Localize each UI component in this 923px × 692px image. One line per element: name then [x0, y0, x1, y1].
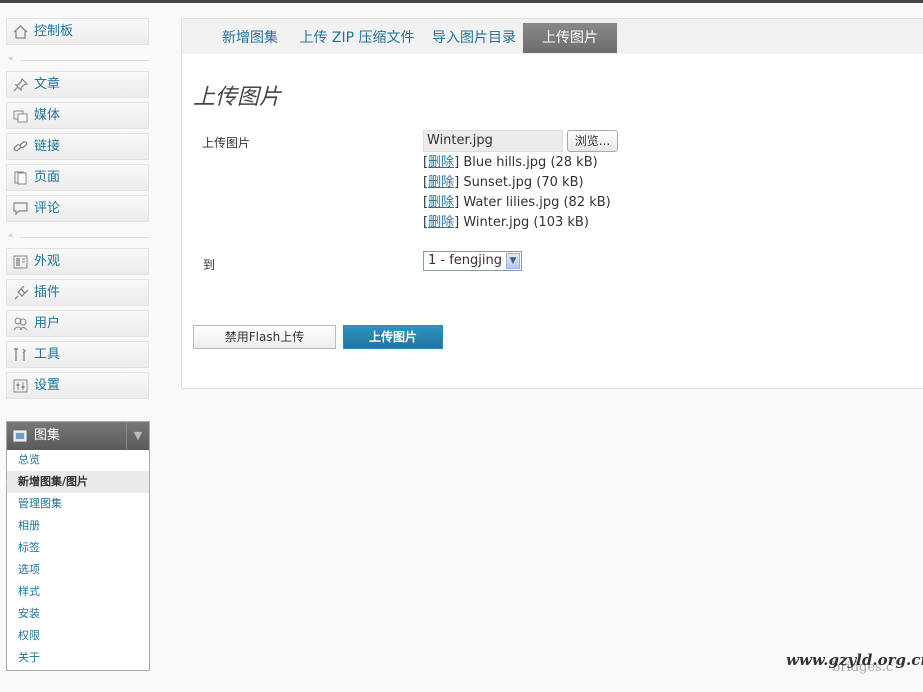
tab-add-gallery[interactable]: 新增图集 [200, 23, 300, 53]
gallery-icon [13, 430, 27, 442]
chevron-down-icon[interactable]: ▼ [506, 253, 520, 269]
site-watermark: www.gzyld.org.cn [786, 651, 923, 669]
tab-upload-zip[interactable]: 上传 ZIP 压缩文件 [293, 23, 421, 53]
menu-dashboard-label: 控制板 [34, 24, 74, 39]
file-name: Winter.jpg (103 kB) [463, 215, 589, 230]
gallery-submenu-item[interactable]: 相册 [7, 515, 149, 537]
menu-links[interactable]: 链接 [6, 133, 149, 160]
menu-comments-label: 评论 [34, 201, 61, 216]
tab-upload-images[interactable]: 上传图片 [523, 23, 617, 53]
browse-button[interactable]: 浏览... [567, 130, 618, 152]
gallery-menu-label: 图集 [34, 428, 61, 443]
plugin-icon [14, 286, 28, 300]
menu-posts-label: 文章 [34, 77, 61, 92]
link-icon [13, 141, 28, 152]
gallery-submenu-item[interactable]: 安装 [7, 603, 149, 625]
menu-separator[interactable]: « [6, 231, 149, 241]
menu-settings-label: 设置 [34, 378, 61, 393]
menu-users[interactable]: 用户 [6, 310, 149, 337]
menu-media-label: 媒体 [34, 108, 61, 123]
queued-file: [删除] Winter.jpg (103 kB) [423, 214, 589, 232]
file-name: Blue hills.jpg (28 kB) [463, 155, 598, 170]
gallery-select-value: 1 - fengjing [428, 253, 503, 268]
menu-plugins-label: 插件 [34, 285, 61, 300]
menu-separator[interactable]: « [6, 54, 149, 64]
media-icon [13, 110, 28, 123]
bracket-close: ] [454, 215, 460, 230]
collapse-toggle-icon[interactable]: ▼ [126, 422, 149, 450]
menu-comments[interactable]: 评论 [6, 195, 149, 222]
menu-plugins[interactable]: 插件 [6, 279, 149, 306]
home-icon [13, 25, 28, 39]
menu-media[interactable]: 媒体 [6, 102, 149, 129]
tab-import-folder[interactable]: 导入图片目录 [425, 23, 523, 53]
bracket-close: ] [454, 195, 460, 210]
gallery-submenu-item[interactable]: 新增图集/图片 [1, 471, 149, 493]
queued-file: [删除] Water lilies.jpg (82 kB) [423, 194, 611, 212]
page-title: 上传图片 [193, 85, 282, 110]
gallery-menu-header[interactable]: 图集 ▼ [7, 422, 149, 450]
gallery-submenu-item[interactable]: 样式 [7, 581, 149, 603]
pushpin-icon [13, 78, 28, 92]
comment-icon [13, 202, 28, 216]
gallery-submenu-item[interactable]: 权限 [7, 625, 149, 647]
current-indicator-icon [1, 476, 7, 488]
file-name: Water lilies.jpg (82 kB) [463, 195, 611, 210]
appearance-icon [13, 255, 28, 269]
upload-label: 上传图片 [202, 136, 251, 150]
disable-flash-button[interactable]: 禁用Flash上传 [193, 325, 336, 349]
queued-file: [删除] Sunset.jpg (70 kB) [423, 174, 584, 192]
menu-tools-label: 工具 [34, 347, 61, 362]
upload-panel: 新增图集 上传 ZIP 压缩文件 导入图片目录 上传图片 上传图片 上传图片 W… [181, 18, 923, 389]
delete-link[interactable]: 删除 [428, 195, 454, 210]
pages-icon [14, 171, 27, 185]
file-name: Sunset.jpg (70 kB) [463, 175, 584, 190]
gallery-submenu-item[interactable]: 选项 [7, 559, 149, 581]
menu-links-label: 链接 [34, 139, 61, 154]
queued-file: [删除] Blue hills.jpg (28 kB) [423, 154, 598, 172]
delete-link[interactable]: 删除 [428, 175, 454, 190]
gallery-menu: 图集 ▼ 总览新增图集/图片管理图集 相册 标签 选项 样式 安装 权限 关于 [1, 421, 150, 671]
admin-top-bar [0, 0, 923, 3]
settings-icon [13, 379, 28, 393]
tools-icon [14, 348, 26, 361]
gallery-select[interactable]: 1 - fengjing ▼ [423, 251, 522, 271]
gallery-submenu-item[interactable]: 标签 [7, 537, 149, 559]
menu-dashboard[interactable]: 控制板 [6, 18, 149, 45]
upload-images-button[interactable]: 上传图片 [343, 325, 443, 349]
file-input[interactable]: Winter.jpg [423, 130, 563, 152]
gallery-submenu-label: 新增图集/图片 [18, 475, 89, 488]
menu-tools[interactable]: 工具 [6, 341, 149, 368]
menu-pages-label: 页面 [34, 170, 61, 185]
menu-appearance[interactable]: 外观 [6, 248, 149, 275]
gallery-submenu-item[interactable]: 管理图集 [7, 493, 149, 515]
to-label: 到 [203, 258, 216, 272]
gallery-submenu-item[interactable]: 总览 [7, 449, 149, 471]
menu-posts[interactable]: 文章 [6, 71, 149, 98]
menu-settings[interactable]: 设置 [6, 372, 149, 399]
users-icon [13, 317, 28, 331]
bracket-close: ] [454, 175, 460, 190]
delete-link[interactable]: 删除 [428, 155, 454, 170]
bracket-close: ] [454, 155, 460, 170]
menu-appearance-label: 外观 [34, 254, 61, 269]
tabs-bar: 新增图集 上传 ZIP 压缩文件 导入图片目录 上传图片 [182, 19, 923, 54]
delete-link[interactable]: 删除 [428, 215, 454, 230]
menu-users-label: 用户 [34, 316, 61, 331]
menu-pages[interactable]: 页面 [6, 164, 149, 191]
gallery-submenu-item[interactable]: 关于 [7, 647, 149, 669]
